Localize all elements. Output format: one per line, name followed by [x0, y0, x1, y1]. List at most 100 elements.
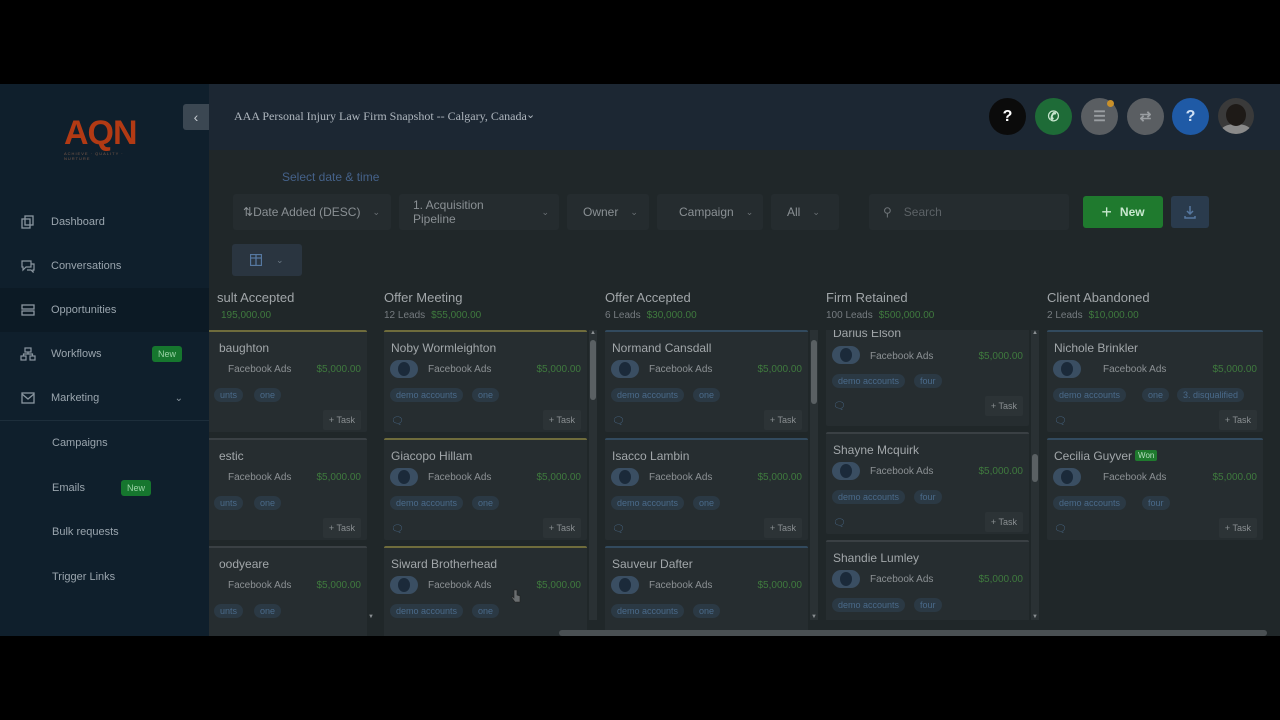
- card-tag[interactable]: demo accounts: [611, 496, 685, 510]
- card-tag[interactable]: demo accounts: [1053, 496, 1127, 510]
- sidebar-item-workflows[interactable]: Workflows New: [0, 332, 209, 376]
- card-tag[interactable]: one: [693, 604, 721, 618]
- switch-button[interactable]: ⇄: [1127, 98, 1164, 135]
- card-tag[interactable]: demo accounts: [1053, 388, 1127, 402]
- scrollbar-thumb[interactable]: [1032, 454, 1038, 482]
- column-scrollbar[interactable]: ▲: [589, 330, 597, 620]
- support-button[interactable]: ?: [1172, 98, 1209, 135]
- avatar[interactable]: [1218, 98, 1254, 134]
- sidebar-item-conversations[interactable]: Conversations: [0, 244, 209, 288]
- card-tag[interactable]: four: [914, 598, 942, 612]
- sidebar-item-marketing[interactable]: Marketing ⌄: [0, 376, 209, 420]
- opportunity-card[interactable]: Cecilia Guyver Won Facebook Ads $5,000.00…: [1047, 438, 1263, 540]
- chat-icon[interactable]: 🗨: [833, 518, 846, 529]
- chat-icon[interactable]: 🗨: [612, 524, 625, 535]
- search-input[interactable]: ⚲ Search: [869, 194, 1069, 230]
- owner-dropdown[interactable]: Owner ⌄: [567, 194, 649, 230]
- import-button[interactable]: [1171, 196, 1209, 228]
- opportunity-card[interactable]: Darius Elson Facebook Ads $5,000.00 demo…: [826, 330, 1029, 426]
- sidebar-subitem-emails[interactable]: Emails New: [0, 466, 209, 511]
- status-dropdown[interactable]: All ⌄: [771, 194, 839, 230]
- board-horizontal-scrollbar[interactable]: [559, 630, 1267, 636]
- opportunity-card[interactable]: Siward Brotherhead Facebook Ads $5,000.0…: [384, 546, 587, 636]
- card-tag[interactable]: one: [472, 496, 500, 510]
- add-task-button[interactable]: + Task: [1218, 410, 1257, 430]
- sidebar-item-dashboard[interactable]: Dashboard: [0, 200, 209, 244]
- card-tag[interactable]: demo accounts: [832, 374, 906, 388]
- collapse-sidebar-button[interactable]: ‹: [183, 104, 209, 130]
- chat-icon[interactable]: 🗨: [391, 416, 404, 427]
- add-task-button[interactable]: + Task: [542, 518, 581, 538]
- card-tag[interactable]: demo accounts: [390, 388, 464, 402]
- add-task-button[interactable]: + Task: [763, 410, 802, 430]
- select-date-link[interactable]: Select date & time: [282, 170, 379, 184]
- card-tag[interactable]: one: [472, 604, 500, 618]
- sort-dropdown[interactable]: ⇅ Date Added (DESC) ⌄: [233, 194, 391, 230]
- new-opportunity-button[interactable]: + New: [1083, 196, 1163, 228]
- location-switcher[interactable]: AAA Personal Injury Law Firm Snapshot --…: [234, 109, 527, 124]
- card-tag[interactable]: unts: [214, 496, 244, 510]
- pipeline-dropdown[interactable]: 1. Acquisition Pipeline ⌄: [399, 194, 559, 230]
- card-tag[interactable]: 3. disqualified: [1177, 388, 1245, 402]
- card-tag[interactable]: demo accounts: [832, 598, 906, 612]
- sidebar-subitem-bulk-requests[interactable]: Bulk requests: [0, 510, 209, 555]
- card-tag[interactable]: four: [914, 374, 942, 388]
- add-task-button[interactable]: + Task: [322, 410, 361, 430]
- chat-icon[interactable]: 🗨: [1054, 416, 1067, 427]
- card-tag[interactable]: demo accounts: [832, 490, 906, 504]
- chevron-down-icon[interactable]: ⌄: [526, 108, 535, 121]
- card-tag[interactable]: demo accounts: [390, 604, 464, 618]
- scrollbar-thumb[interactable]: [811, 340, 817, 404]
- card-tag[interactable]: one: [693, 496, 721, 510]
- opportunity-card[interactable]: baughton Facebook Ads $5,000.00 unts one…: [209, 330, 367, 432]
- card-tag[interactable]: one: [254, 496, 282, 510]
- campaign-dropdown[interactable]: Campaign ⌄: [657, 194, 763, 230]
- add-task-button[interactable]: + Task: [322, 518, 361, 538]
- column-scrollbar[interactable]: ▼: [367, 330, 375, 620]
- card-source: Facebook Ads: [1103, 364, 1167, 375]
- add-task-button[interactable]: + Task: [984, 512, 1023, 532]
- column-scrollbar[interactable]: ▼: [810, 330, 818, 620]
- opportunity-card[interactable]: Isacco Lambin Facebook Ads $5,000.00 dem…: [605, 438, 808, 540]
- opportunity-card[interactable]: Nichole Brinkler Facebook Ads $5,000.00 …: [1047, 330, 1263, 432]
- add-task-button[interactable]: + Task: [763, 518, 802, 538]
- card-tag[interactable]: demo accounts: [390, 496, 464, 510]
- card-tag[interactable]: four: [914, 490, 942, 504]
- help-button[interactable]: ?: [989, 98, 1026, 135]
- chat-icon[interactable]: 🗨: [1054, 524, 1067, 535]
- card-tag[interactable]: unts: [214, 388, 244, 402]
- sidebar-subitem-campaigns[interactable]: Campaigns: [0, 421, 209, 466]
- opportunity-card[interactable]: Noby Wormleighton Facebook Ads $5,000.00…: [384, 330, 587, 432]
- opportunity-card[interactable]: Shayne Mcquirk Facebook Ads $5,000.00 de…: [826, 432, 1029, 534]
- notifications-button[interactable]: ☰: [1081, 98, 1118, 135]
- card-tag[interactable]: one: [693, 388, 721, 402]
- card-tag[interactable]: demo accounts: [611, 604, 685, 618]
- phone-button[interactable]: ✆: [1035, 98, 1072, 135]
- sidebar-subitem-trigger-links[interactable]: Trigger Links: [0, 555, 209, 600]
- chat-icon[interactable]: 🗨: [612, 416, 625, 427]
- card-tag[interactable]: one: [254, 388, 282, 402]
- add-task-button[interactable]: + Task: [542, 410, 581, 430]
- brand-logo[interactable]: AQN ACHIEVE · QUALITY · NURTURE: [64, 116, 144, 161]
- add-task-button[interactable]: + Task: [1218, 518, 1257, 538]
- scrollbar-thumb[interactable]: [559, 630, 1267, 636]
- card-tag[interactable]: one: [472, 388, 500, 402]
- opportunity-card[interactable]: oodyeare Facebook Ads $5,000.00 unts one: [209, 546, 367, 636]
- opportunity-card[interactable]: estic Facebook Ads $5,000.00 unts one + …: [209, 438, 367, 540]
- column-scrollbar[interactable]: ▲ ▼: [1031, 330, 1039, 620]
- add-task-button[interactable]: + Task: [984, 396, 1023, 416]
- chat-icon[interactable]: 🗨: [833, 401, 846, 412]
- card-tag[interactable]: demo accounts: [611, 388, 685, 402]
- opportunity-card[interactable]: Shandie Lumley Facebook Ads $5,000.00 de…: [826, 540, 1029, 620]
- scrollbar-thumb[interactable]: [590, 340, 596, 400]
- card-tag[interactable]: unts: [214, 604, 244, 618]
- opportunity-card[interactable]: Giacopo Hillam Facebook Ads $5,000.00 de…: [384, 438, 587, 540]
- card-tag[interactable]: one: [1142, 388, 1170, 402]
- opportunity-card[interactable]: Sauveur Dafter Facebook Ads $5,000.00 de…: [605, 546, 808, 636]
- sidebar-item-opportunities[interactable]: Opportunities: [0, 288, 209, 332]
- chat-icon[interactable]: 🗨: [391, 524, 404, 535]
- card-tag[interactable]: four: [1142, 496, 1170, 510]
- opportunity-card[interactable]: Normand Cansdall Facebook Ads $5,000.00 …: [605, 330, 808, 432]
- card-tag[interactable]: one: [254, 604, 282, 618]
- view-toggle-button[interactable]: ⌄: [232, 244, 302, 276]
